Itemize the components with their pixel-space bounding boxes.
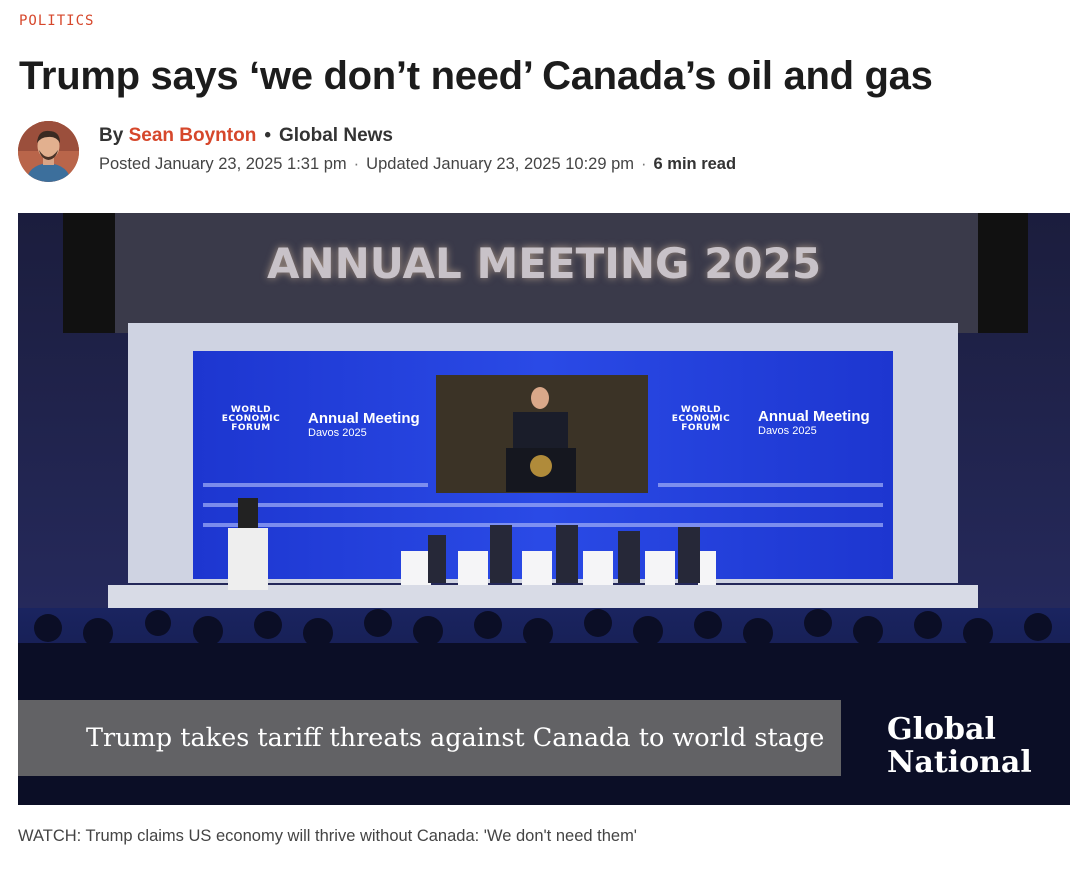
lower-third-bar: Trump takes tariff threats against Canad…: [18, 700, 841, 776]
meta-separator: ·: [353, 155, 360, 173]
brand-line-1: Global: [887, 712, 996, 747]
outlet-link[interactable]: Global News: [279, 125, 393, 146]
brand-line-2: National: [887, 745, 1032, 780]
wef-logo-right: WORLD ECONOMIC FORUM: [671, 405, 731, 433]
video-banner-text: ANNUAL MEETING 2025: [266, 239, 822, 288]
byline: By Sean Boynton • Global News: [99, 125, 393, 147]
author-link[interactable]: Sean Boynton: [129, 125, 257, 146]
screen-title-left: Annual Meeting Davos 2025: [308, 410, 420, 439]
screen-subtitle: Davos 2025: [308, 427, 367, 439]
video-caption: WATCH: Trump claims US economy will thri…: [18, 827, 637, 845]
meta-separator: ·: [641, 155, 647, 173]
wef-logo-left: WORLD ECONOMIC FORUM: [221, 405, 281, 433]
author-avatar[interactable]: [18, 121, 79, 182]
lower-third-text: Trump takes tariff threats against Canad…: [86, 723, 825, 753]
screen-subtitle: Davos 2025: [758, 425, 817, 437]
byline-prefix: By: [99, 125, 124, 146]
headline: Trump says ‘we don’t need’ Canada’s oil …: [19, 54, 933, 98]
video-player[interactable]: ANNUAL MEETING 2025 WORLD ECONOMIC FORUM…: [18, 213, 1070, 805]
article-meta: Posted January 23, 2025 1:31 pm · Updated …: [99, 155, 736, 174]
updated-date: Updated January 23, 2025 10:29 pm: [366, 155, 635, 173]
byline-separator: •: [264, 125, 271, 146]
screen-title: Annual Meeting: [308, 410, 420, 427]
category-label[interactable]: POLITICS: [19, 13, 94, 29]
screen-title: Annual Meeting: [758, 408, 870, 425]
posted-date: Posted January 23, 2025 1:31 pm: [99, 155, 347, 173]
screen-title-right: Annual Meeting Davos 2025: [758, 408, 870, 437]
global-national-logo: Global National: [887, 713, 1032, 779]
read-time: 6 min read: [653, 155, 737, 173]
